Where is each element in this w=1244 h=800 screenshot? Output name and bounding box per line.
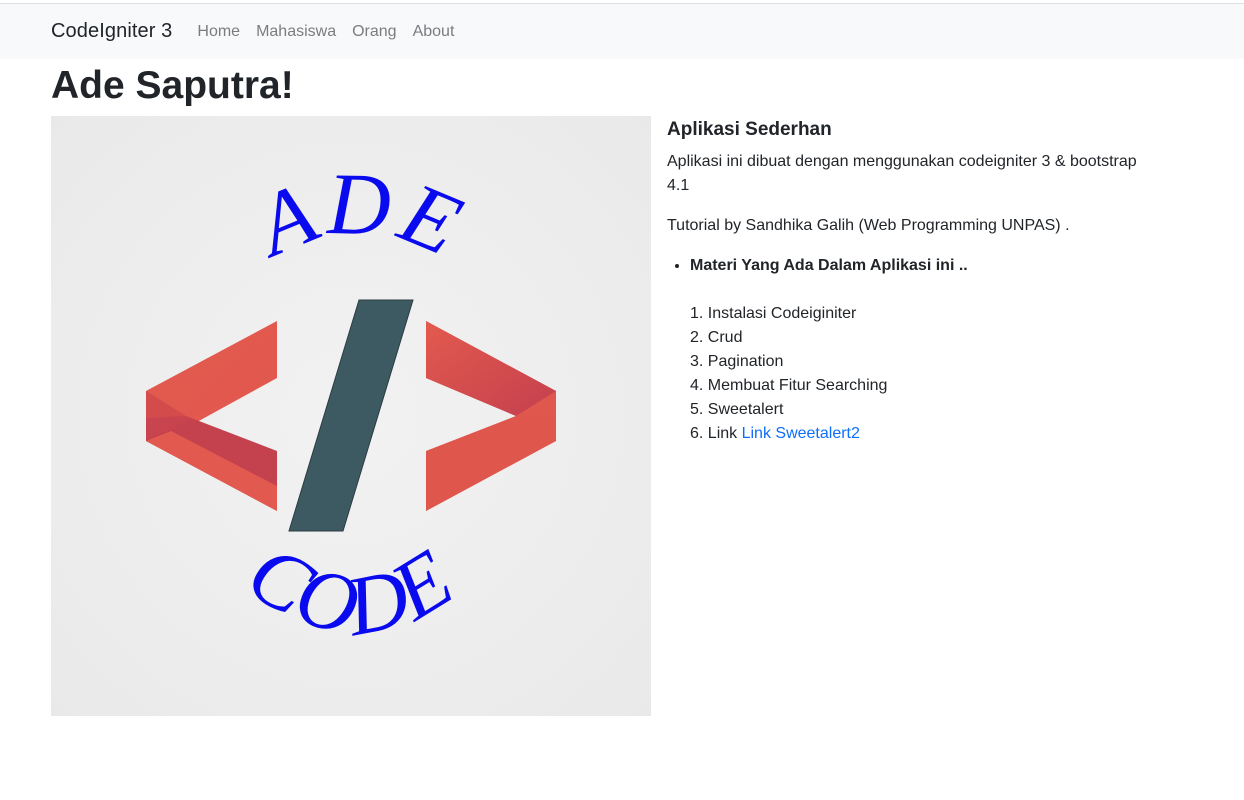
materi-list-item: Materi Yang Ada Dalam Aplikasi ini .. 1.… <box>690 254 1167 446</box>
logo-top-text: ADE <box>239 156 478 277</box>
nav-link-orang[interactable]: Orang <box>352 23 396 41</box>
logo-image: ADE CODE <box>51 116 651 716</box>
materi-item-link: 6. Link Link Sweetalert2 <box>690 422 1167 446</box>
materi-ordered-list: 1. Instalasi Codeiginiter 2. Crud 3. Pag… <box>690 302 1167 446</box>
logo-bottom-text: CODE <box>232 526 470 655</box>
materi-item: 4. Membuat Fitur Searching <box>690 377 888 394</box>
navbar-brand[interactable]: CodeIgniter 3 <box>51 20 172 43</box>
content-column: Aplikasi Sederhan Aplikasi ini dibuat de… <box>667 116 1167 446</box>
materi-item: 3. Pagination <box>690 353 784 370</box>
materi-item: 5. Sweetalert <box>690 401 784 418</box>
right-bracket-shape <box>426 321 556 511</box>
description-text: Aplikasi ini dibuat dengan menggunakan c… <box>667 153 1137 194</box>
logo-top-textpath: ADE <box>239 156 474 277</box>
materi-item: 1. Instalasi Codeiginiter <box>690 305 857 322</box>
materi-item-link-prefix: 6. Link <box>690 425 742 442</box>
sweetalert2-link[interactable]: Link Sweetalert2 <box>742 425 860 442</box>
nav-link-home[interactable]: Home <box>197 23 240 41</box>
materi-item: 2. Crud <box>690 329 743 346</box>
tutorial-credit: Tutorial by Sandhika Galih (Web Programm… <box>667 217 1070 234</box>
materi-heading: Materi Yang Ada Dalam Aplikasi ini .. <box>690 257 968 274</box>
ade-code-logo: ADE CODE <box>146 156 556 655</box>
logo-bottom-textpath: CODE <box>232 526 468 655</box>
materi-list: Materi Yang Ada Dalam Aplikasi ini .. 1.… <box>667 254 1167 446</box>
nav-link-about[interactable]: About <box>413 23 455 41</box>
page-title: Ade Saputra! <box>51 64 294 107</box>
section-title: Aplikasi Sederhan <box>667 119 832 140</box>
left-bracket-shape <box>146 321 277 511</box>
nav-link-mahasiswa[interactable]: Mahasiswa <box>256 23 336 41</box>
navbar: CodeIgniter 3 Home Mahasiswa Orang About <box>0 4 1244 59</box>
slash-shape <box>288 299 414 532</box>
